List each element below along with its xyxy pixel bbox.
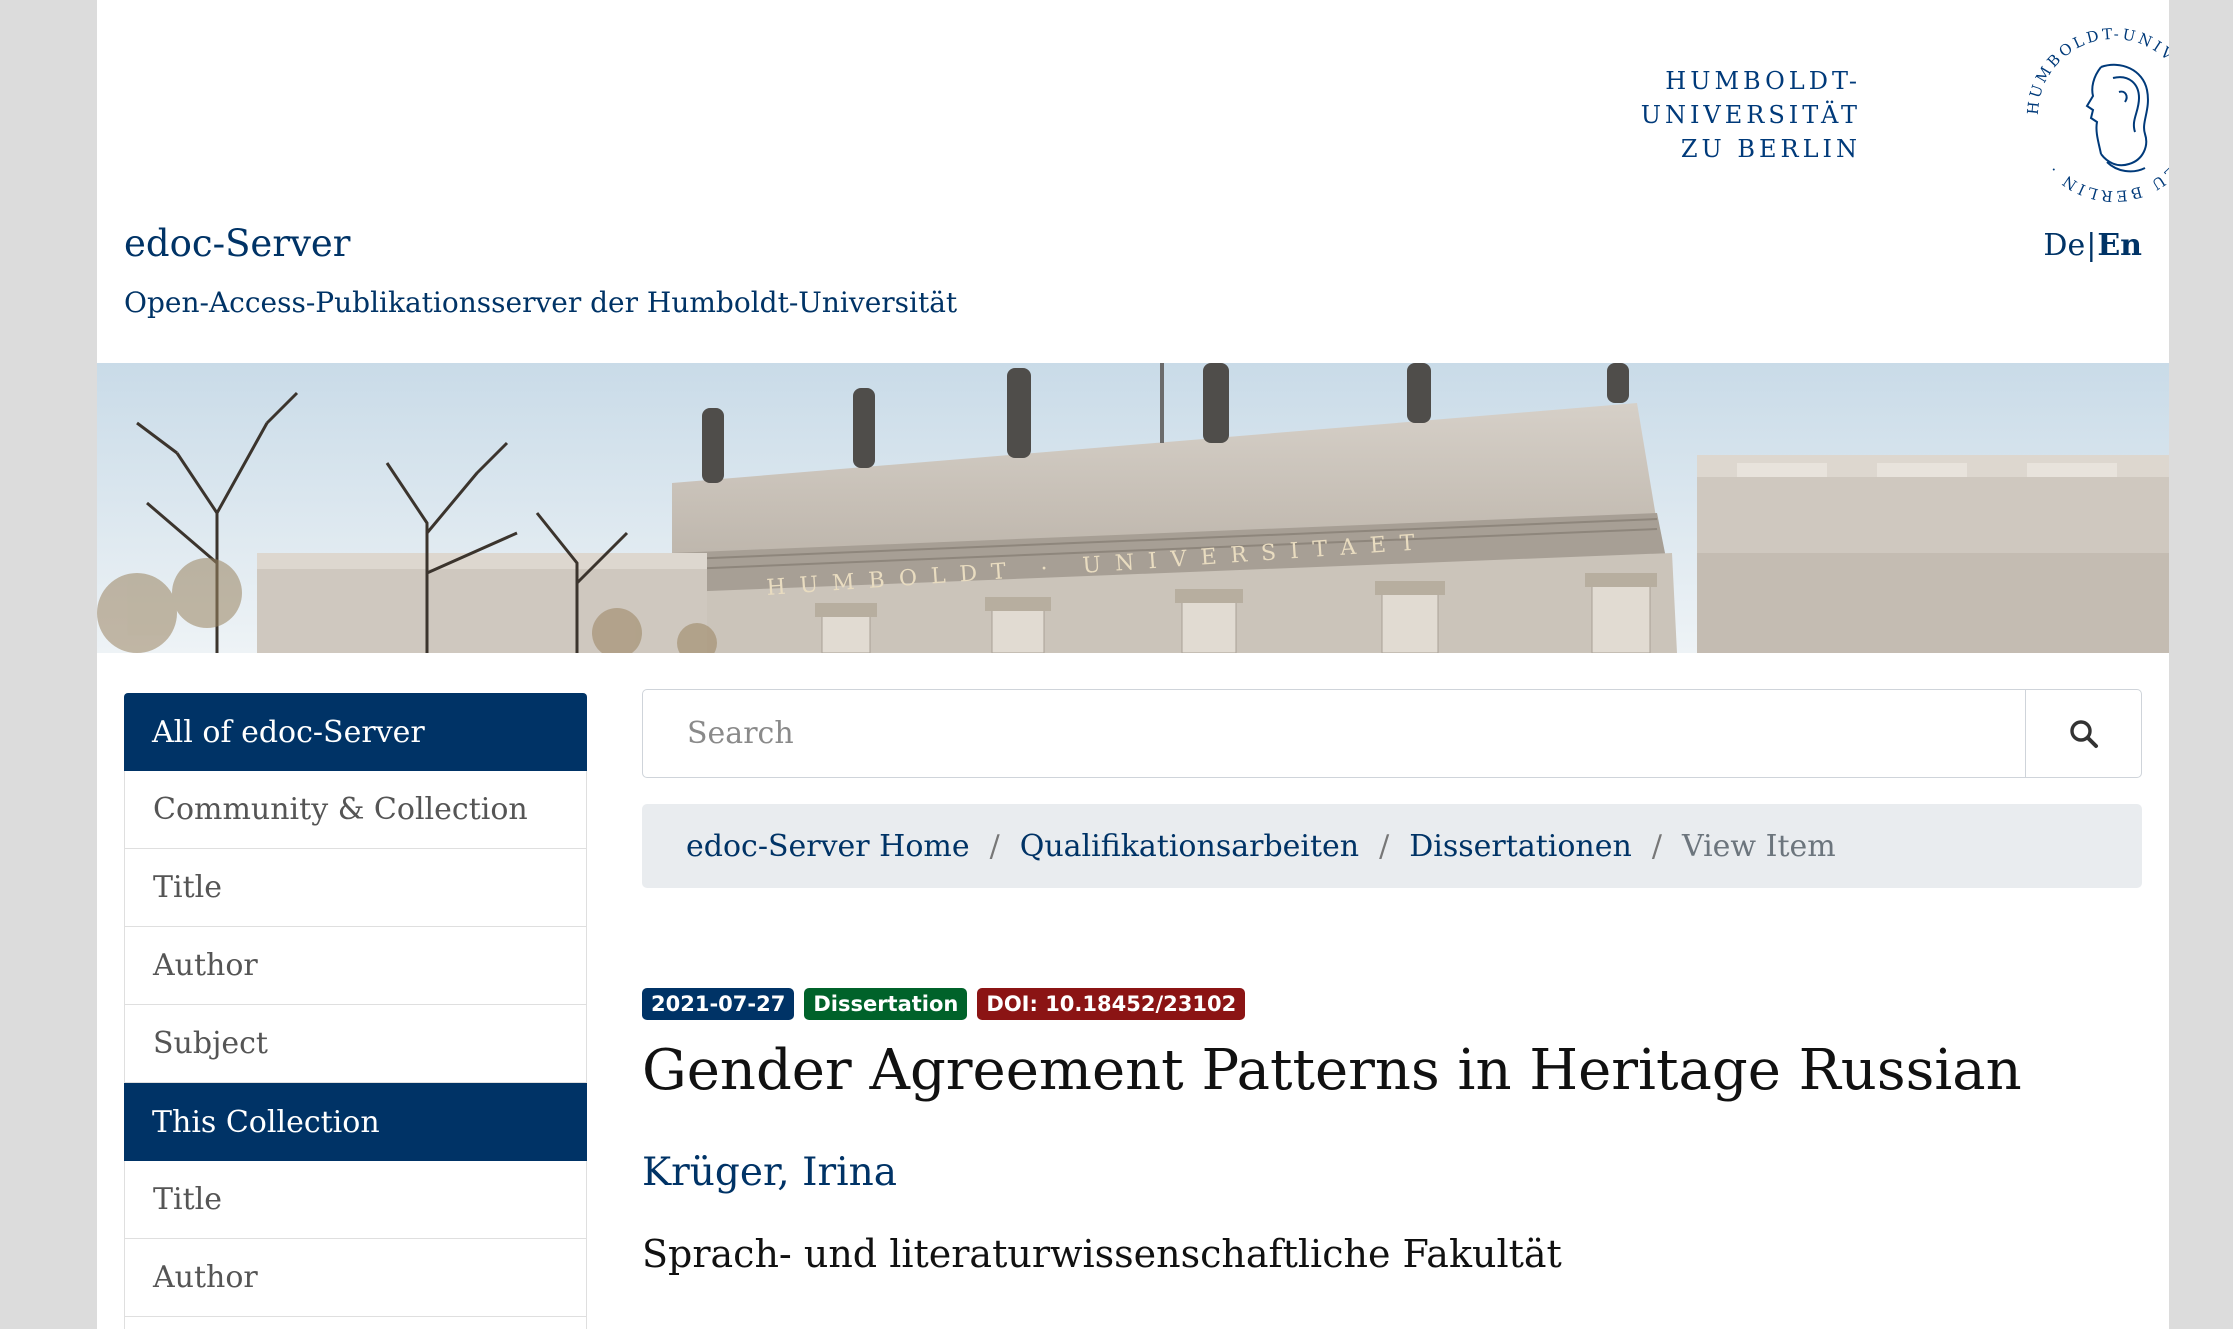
breadcrumb-separator: / — [1651, 828, 1662, 864]
lang-en-link[interactable]: En — [2097, 228, 2142, 263]
date-badge: 2021-07-27 — [642, 988, 795, 1020]
sidebar-item-collection-more[interactable] — [124, 1317, 587, 1329]
breadcrumb-qualifikationsarbeiten[interactable]: Qualifikationsarbeiten — [1020, 829, 1359, 864]
sidebar: All of edoc-Server Community & Collectio… — [124, 693, 587, 1329]
item-badges: 2021-07-27 Dissertation DOI: 10.18452/23… — [642, 988, 1246, 1020]
site-subtitle: Open-Access-Publikationsserver der Humbo… — [124, 286, 958, 319]
search-input[interactable] — [643, 690, 2025, 777]
item-title: Gender Agreement Patterns in Heritage Ru… — [642, 1038, 2022, 1103]
sidebar-item-collection-title[interactable]: Title — [124, 1161, 587, 1239]
search-icon — [2069, 719, 2098, 748]
seal-text: HUMBOLDT-UNIVERSITÄT · ZU BERLIN · — [2024, 25, 2169, 205]
banner-image: HUMBOLDT · UNIVERSITAET — [97, 363, 2169, 653]
logo-line: HUMBOLDT- — [1665, 67, 1861, 95]
sidebar-item-author[interactable]: Author — [124, 927, 587, 1005]
sidebar-item-subject[interactable]: Subject — [124, 1005, 587, 1083]
breadcrumb-current: View Item — [1681, 828, 1836, 864]
lang-de-link[interactable]: De — [2043, 228, 2085, 263]
sidebar-heading-all[interactable]: All of edoc-Server — [124, 693, 587, 771]
type-badge: Dissertation — [804, 988, 968, 1020]
university-logo[interactable]: HUMBOLDT- UNIVERSITÄT ZU BERLIN HUMBOLDT… — [1641, 22, 2169, 222]
search-button[interactable] — [2025, 690, 2141, 777]
search-bar — [642, 689, 2142, 778]
sidebar-heading-collection[interactable]: This Collection — [124, 1083, 587, 1161]
university-seal-icon: HUMBOLDT-UNIVERSITÄT · ZU BERLIN · — [2024, 25, 2169, 205]
breadcrumb-home[interactable]: edoc-Server Home — [686, 829, 970, 864]
doi-badge[interactable]: DOI: 10.18452/23102 — [977, 988, 1246, 1020]
logo-line: UNIVERSITÄT — [1640, 101, 1861, 129]
item-author-link[interactable]: Krüger, Irina — [642, 1150, 897, 1195]
site-title[interactable]: edoc-Server — [124, 222, 351, 265]
sidebar-item-collection-author[interactable]: Author — [124, 1239, 587, 1317]
svg-text:HUMBOLDT-UNIVERSITÄT · ZU BERL: HUMBOLDT-UNIVERSITÄT · ZU BERLIN · — [2024, 25, 2169, 205]
page: edoc-Server Open-Access-Publikationsserv… — [97, 0, 2169, 1329]
lang-separator: | — [2086, 228, 2097, 263]
item-faculty: Sprach- und literaturwissenschaftliche F… — [642, 1232, 1562, 1276]
logo-text: HUMBOLDT- UNIVERSITÄT ZU BERLIN — [1641, 64, 1861, 166]
breadcrumb-separator: / — [989, 828, 1000, 864]
logo-line: ZU BERLIN — [1680, 135, 1861, 163]
language-switcher: De|En — [2043, 228, 2142, 263]
breadcrumb-separator: / — [1379, 828, 1390, 864]
sidebar-item-community-collection[interactable]: Community & Collection — [124, 771, 587, 849]
sidebar-item-title[interactable]: Title — [124, 849, 587, 927]
breadcrumb: edoc-Server Home / Qualifikationsarbeite… — [642, 804, 2142, 888]
breadcrumb-dissertationen[interactable]: Dissertationen — [1409, 829, 1632, 864]
